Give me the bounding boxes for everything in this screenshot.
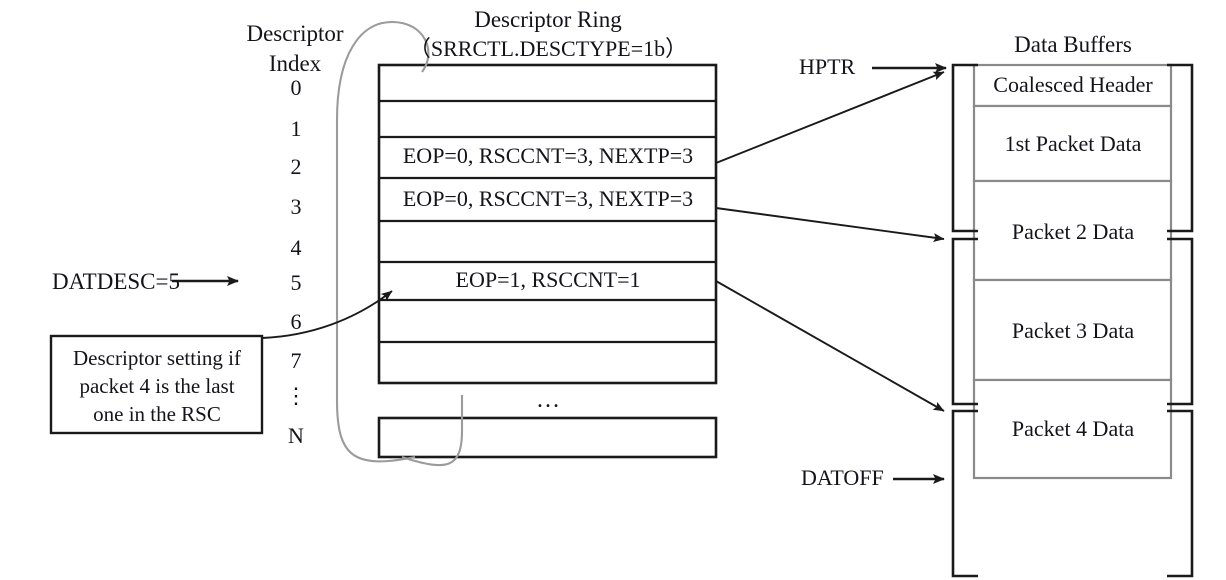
buffer-label-packet-3-data: Packet 3 Data [1011,318,1135,343]
descriptor-ring-subtitle: （SRRCTL.DESCTYPE=1b） [408,36,688,61]
connector-row3-to-packet2 [715,207,945,243]
descriptor-index-7: 7 [290,348,302,373]
descriptor-index-0: 0 [290,75,302,100]
diagram-canvas: Descriptor Index Descriptor Ring （SRRCTL… [0,0,1226,580]
descriptor-index-6: 6 [290,309,302,334]
buffer-label-coalesced-header: Coalesced Header [993,72,1153,97]
buffer-label-packet-4-data: Packet 4 Data [1011,416,1135,441]
descriptor-ring-title: Descriptor Ring [474,7,622,32]
descriptor-ring-box [377,63,718,385]
descriptor-index-1: 1 [290,116,302,141]
datoff-label: DATOFF [801,465,884,490]
connector-row5-to-packet4 [715,280,945,412]
hptr-label: HPTR [799,54,856,79]
ring-row-3-text: EOP=0, RSCCNT=3, NEXTP=3 [402,186,694,211]
note-pointer-arrow [261,290,393,339]
descriptor-index-3: 3 [290,194,302,219]
descriptor-index-n: N [288,423,304,448]
descriptor-index-heading-line1: Descriptor [246,21,344,46]
ring-ellipsis: … [536,387,560,413]
descriptor-index-2: 2 [290,154,302,179]
note-line-2: packet 4 is the last [79,374,235,398]
ring-row-2-text: EOP=0, RSCCNT=3, NEXTP=3 [402,143,694,168]
buffer-label-packet-2-data: Packet 2 Data [1011,219,1135,244]
descriptor-ring-row-n-box [377,416,718,459]
datdesc-label: DATDESC=5 [52,269,180,294]
data-buffers-title: Data Buffers [1014,32,1132,57]
descriptor-index-5: 5 [290,270,302,295]
connector-row2-to-header [715,71,945,164]
ring-to-buffer-connectors [715,71,945,412]
ring-row-5-text: EOP=1, RSCCNT=1 [455,267,641,292]
buffer-label-1st-packet-data: 1st Packet Data [1004,131,1142,156]
descriptor-index-4: 4 [290,235,302,260]
note-line-1: Descriptor setting if [73,346,241,370]
descriptor-index-ellipsis: ⋮ [285,383,307,408]
note-line-3: one in the RSC [93,402,221,426]
descriptor-index-heading-line2: Index [268,51,322,76]
